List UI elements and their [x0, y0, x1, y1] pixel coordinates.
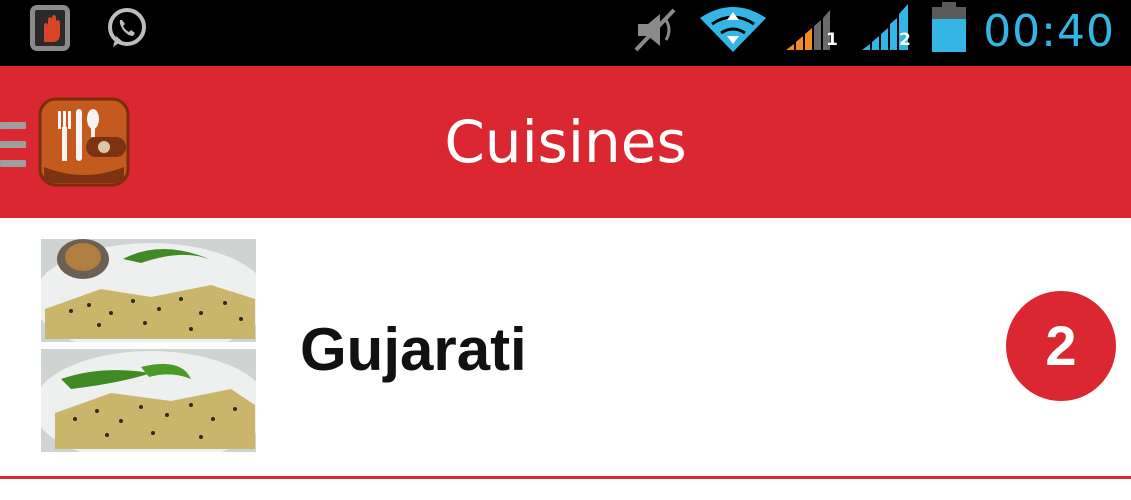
- recipe-count-badge: 2: [1006, 291, 1116, 401]
- list-divider: [0, 476, 1131, 479]
- cuisine-name: Gujarati: [300, 316, 527, 383]
- page-title: Cuisines: [444, 108, 687, 176]
- battery-icon: [932, 2, 966, 52]
- wifi-icon: [700, 7, 766, 52]
- mute-icon: [634, 8, 676, 52]
- food-thumbnail-bottom: [41, 349, 256, 452]
- status-bar: 1 2 00:40: [0, 0, 1131, 66]
- food-thumbnail-top: [41, 239, 256, 342]
- phone-hand-icon: [30, 5, 70, 51]
- sim2-label: 2: [899, 30, 911, 50]
- whatsapp-icon: [108, 8, 146, 47]
- clock-time: 00:40: [983, 6, 1115, 57]
- sim1-label: 1: [826, 30, 838, 50]
- list-item[interactable]: Gujarati 2: [0, 218, 1131, 476]
- action-bar: Cuisines: [0, 66, 1131, 218]
